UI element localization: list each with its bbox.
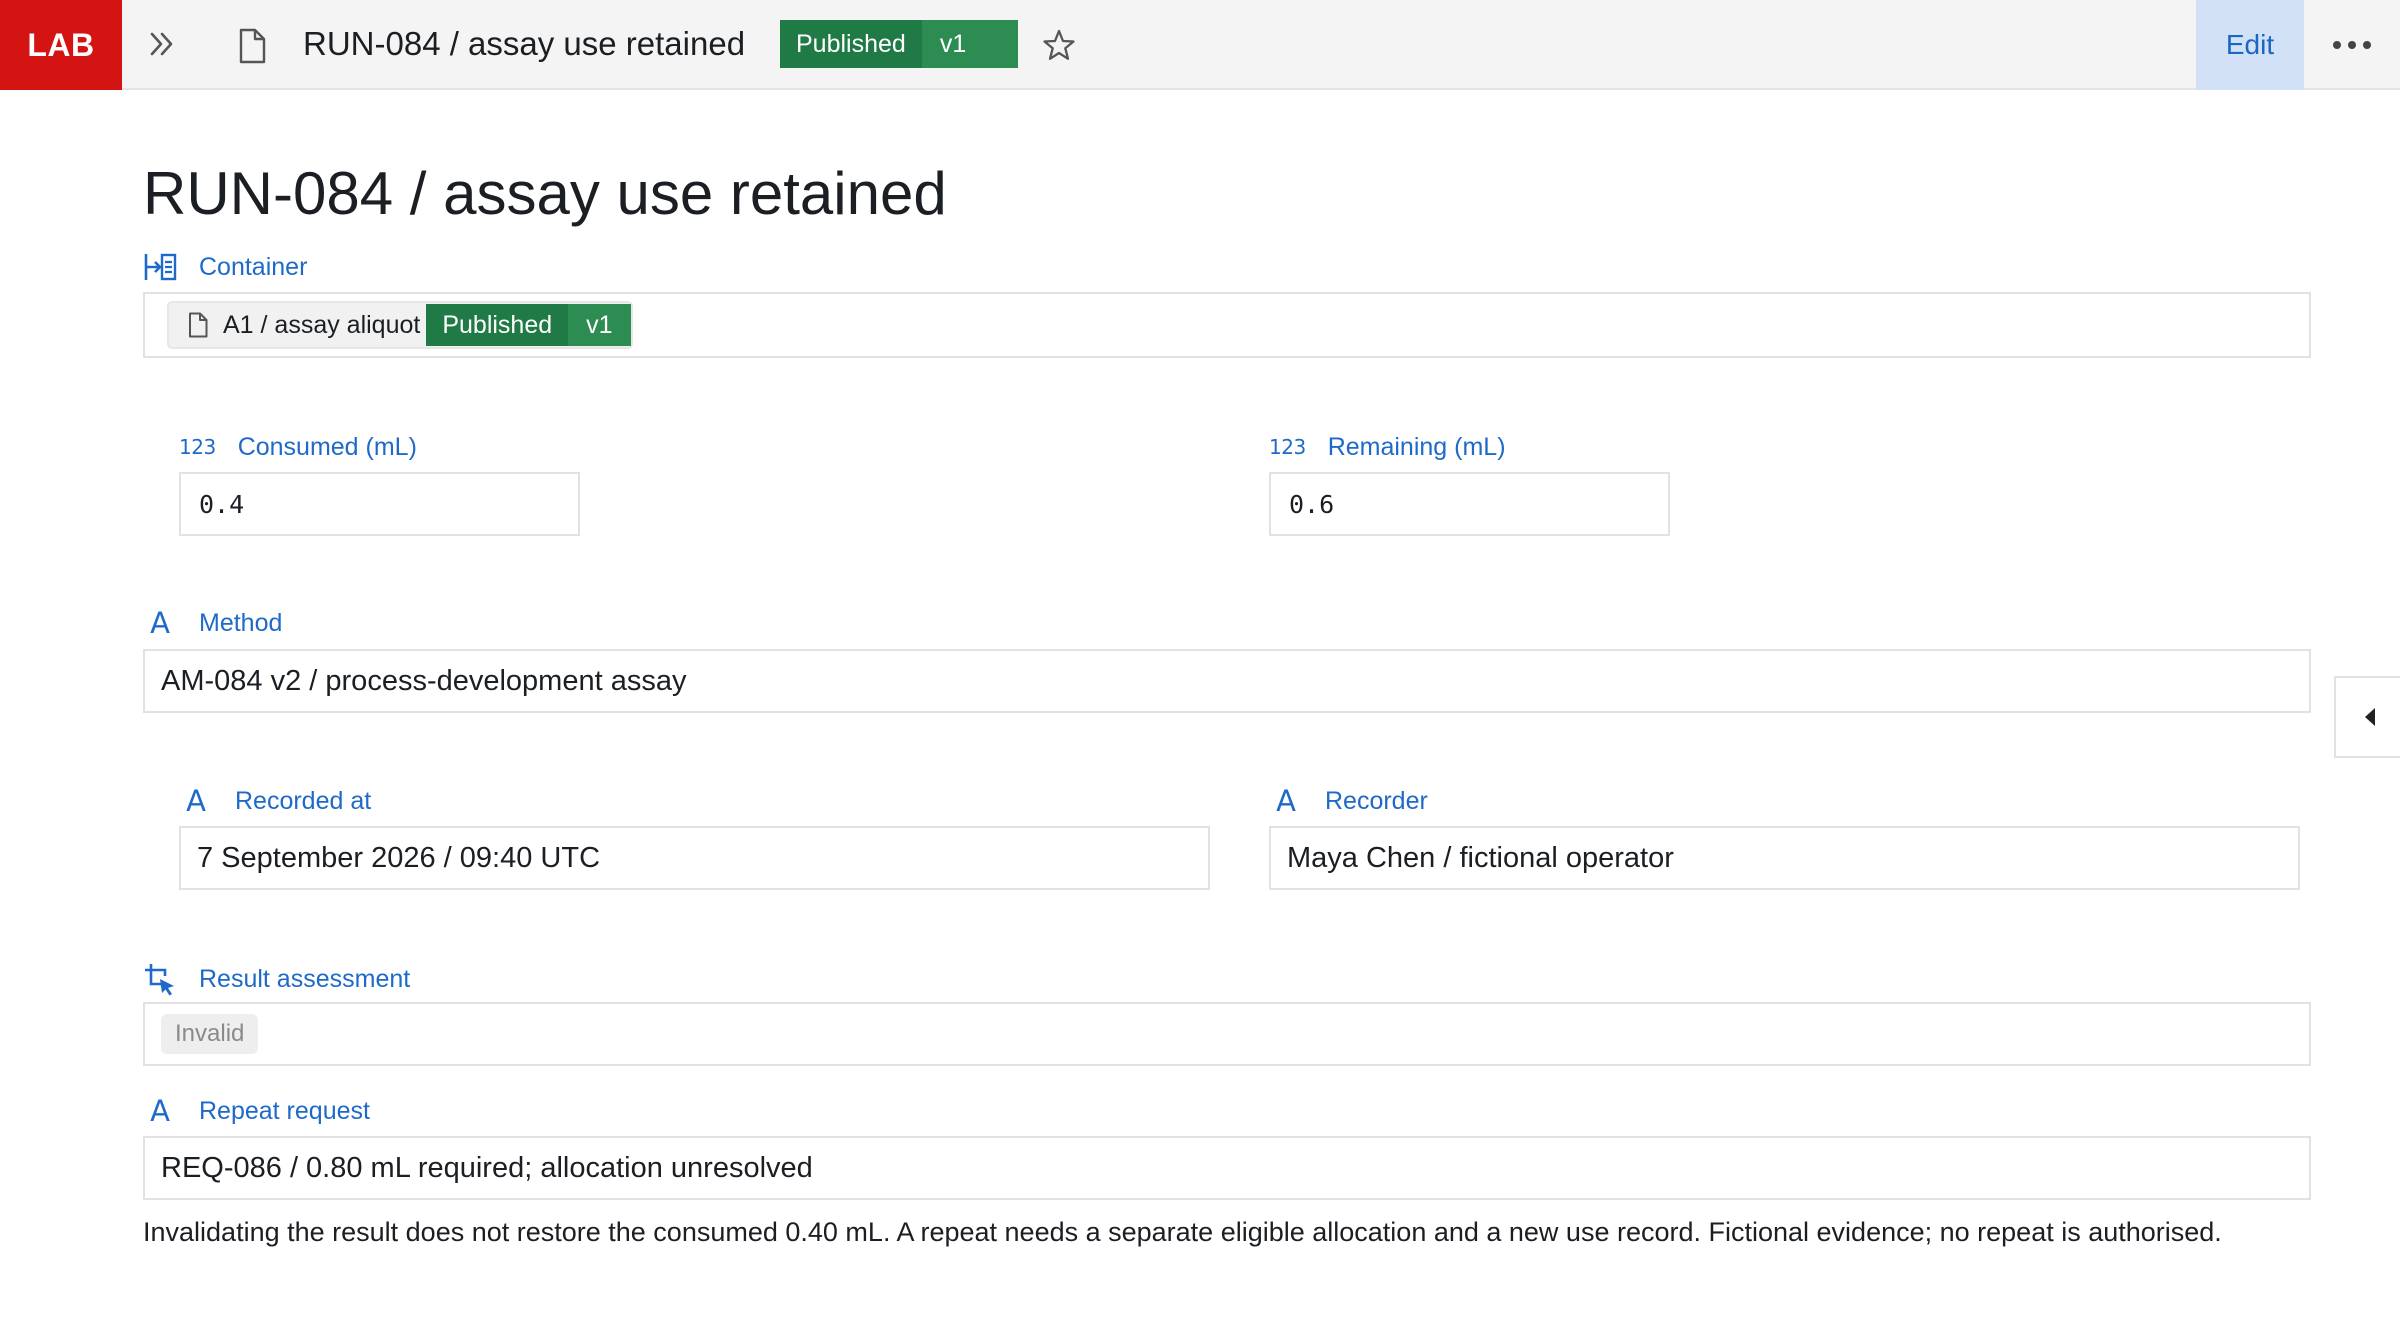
repeat-request-field-label: A Repeat request	[143, 1096, 370, 1126]
top-bar: LAB RUN-084 / assay use retained Publish…	[0, 0, 2400, 90]
consumed-input[interactable]: 0.4	[179, 472, 580, 536]
document-icon	[239, 28, 266, 64]
container-field: A1 / assay aliquot Published v1	[143, 292, 2311, 358]
method-label-text: Method	[199, 609, 283, 637]
consumed-field-label: 123 Consumed (mL)	[179, 432, 417, 462]
expand-sidebar-button[interactable]	[140, 22, 184, 66]
header-status-badge: Published v1	[780, 20, 1018, 68]
more-dot-icon	[2363, 41, 2371, 49]
method-field-label: A Method	[143, 608, 282, 638]
container-item-name: A1 / assay aliquot	[223, 310, 421, 339]
recorded-at-input[interactable]: 7 September 2026 / 09:40 UTC	[179, 826, 1210, 890]
text-field-icon: A	[150, 1094, 170, 1128]
container-field-label: Container	[143, 252, 307, 282]
recorded-at-field-label: A Recorded at	[179, 786, 371, 816]
recorder-input[interactable]: Maya Chen / fictional operator	[1269, 826, 2300, 890]
caret-left-icon	[2365, 708, 2375, 726]
evidence-note: Invalidating the result does not restore…	[143, 1217, 2222, 1247]
text-field-icon: A	[1276, 784, 1296, 818]
text-field-icon: A	[186, 784, 206, 818]
consumed-label-text: Consumed (mL)	[237, 433, 417, 461]
container-version-label: v1	[568, 304, 631, 346]
recorder-label-text: Recorder	[1325, 787, 1428, 815]
app-logo[interactable]: LAB	[0, 0, 122, 90]
document-icon	[189, 312, 208, 338]
relation-field-icon	[143, 252, 177, 282]
repeat-request-label-text: Repeat request	[199, 1097, 370, 1125]
more-dot-icon	[2348, 41, 2356, 49]
repeat-request-input[interactable]: REQ-086 / 0.80 mL required; allocation u…	[143, 1136, 2311, 1200]
container-item-chip[interactable]: A1 / assay aliquot Published v1	[167, 301, 633, 349]
selection-field-icon	[143, 962, 177, 996]
double-chevron-right-icon	[150, 32, 173, 56]
favorite-button[interactable]	[1038, 24, 1080, 66]
page-title: RUN-084 / assay use retained	[143, 160, 947, 227]
recorder-field-label: A Recorder	[1269, 786, 1428, 816]
header-title: RUN-084 / assay use retained	[303, 25, 746, 62]
more-dot-icon	[2333, 41, 2341, 49]
container-label-text: Container	[199, 253, 308, 281]
side-panel-toggle-button[interactable]	[2334, 676, 2400, 758]
edit-button[interactable]: Edit	[2196, 0, 2304, 90]
star-icon	[1043, 29, 1075, 60]
more-options-button[interactable]	[2322, 24, 2382, 66]
container-status-label: Published	[442, 310, 553, 339]
method-input[interactable]: AM-084 v2 / process-development assay	[143, 649, 2311, 713]
header-version-label: v1	[921, 20, 1018, 68]
result-assessment-label-text: Result assessment	[199, 965, 411, 993]
remaining-field-label: 123 Remaining (mL)	[1269, 432, 1506, 462]
result-assessment-field-label: Result assessment	[143, 962, 410, 996]
remaining-input[interactable]: 0.6	[1269, 472, 1670, 536]
container-status-badge: Published v1	[426, 304, 631, 346]
header-status-label: Published	[796, 29, 906, 58]
result-assessment-field[interactable]: Invalid	[143, 1002, 2311, 1066]
remaining-label-text: Remaining (mL)	[1327, 433, 1506, 461]
recorded-at-label-text: Recorded at	[235, 787, 372, 815]
number-field-icon: 123	[1269, 435, 1306, 459]
text-field-icon: A	[150, 606, 170, 640]
number-field-icon: 123	[179, 435, 216, 459]
invalid-status-tag[interactable]: Invalid	[161, 1014, 259, 1054]
